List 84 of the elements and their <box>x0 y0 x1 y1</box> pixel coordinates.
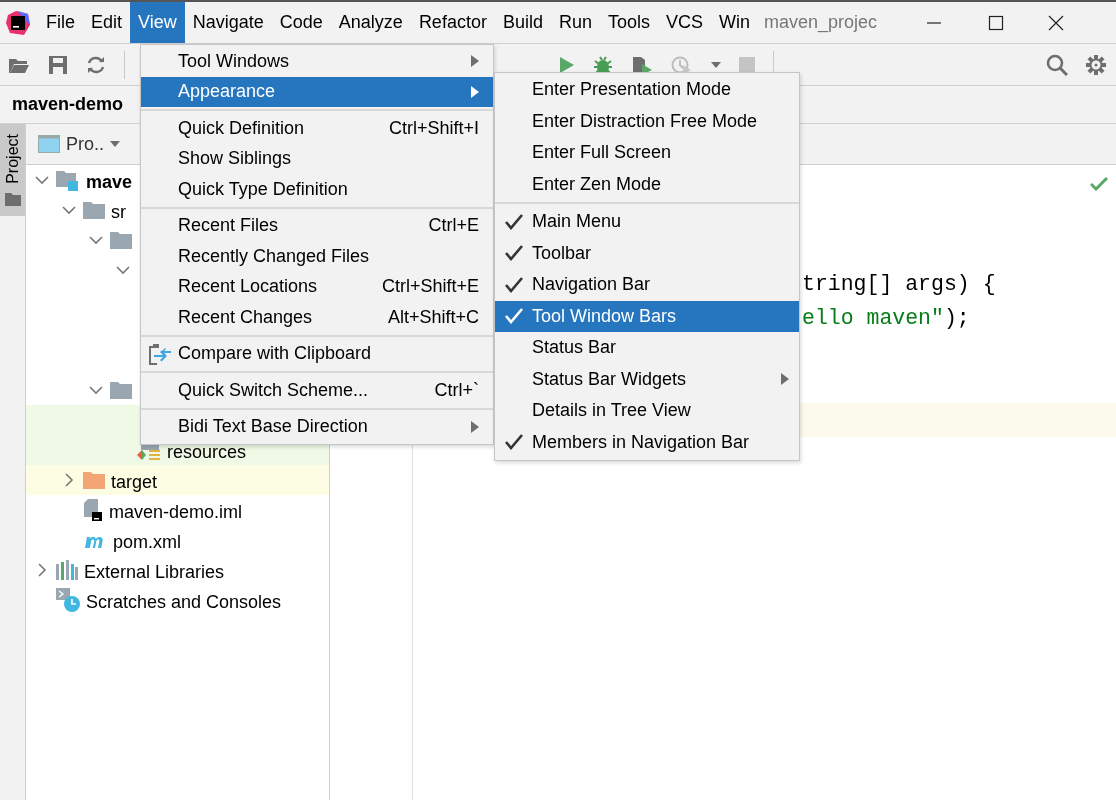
caret-icon[interactable] <box>711 61 721 68</box>
expand-chevron-icon[interactable] <box>62 205 76 215</box>
code-line: tring[] args) { <box>802 271 996 298</box>
tree-item[interactable]: pom.xml <box>113 532 181 555</box>
menu-item[interactable]: Status Bar <box>495 332 799 364</box>
expand-chevron-icon[interactable] <box>89 235 103 245</box>
shortcut-text: Ctrl+` <box>434 379 479 401</box>
breadcrumb-item[interactable]: maven-demo <box>12 94 124 115</box>
menu-item[interactable]: Recent Locations Ctrl+Shift+E <box>141 271 493 302</box>
menu-item[interactable]: Show Siblings <box>141 143 493 174</box>
menu-item[interactable]: Enter Distraction Free Mode <box>495 105 799 137</box>
shortcut-text: Ctrl+E <box>428 215 479 237</box>
sync-icon[interactable] <box>86 54 106 75</box>
tree-item[interactable]: target <box>111 472 158 495</box>
compare-icon <box>147 342 172 365</box>
menu-item[interactable]: Status Bar Widgets <box>495 363 799 395</box>
maximize-icon[interactable] <box>988 14 1004 31</box>
menu-item[interactable]: Main Menu <box>495 206 799 238</box>
shortcut-text: Ctrl+Shift+E <box>381 276 479 298</box>
folder-icon <box>110 381 132 399</box>
file-icon <box>83 499 103 521</box>
menu-bar-item[interactable]: Run <box>550 2 600 43</box>
libraries-icon <box>56 560 78 580</box>
shortcut-text: Ctrl+Shift+I <box>388 117 479 139</box>
menu-item[interactable]: Quick Definition Ctrl+Shift+I <box>141 113 493 144</box>
close-icon[interactable] <box>1048 14 1064 31</box>
save-icon[interactable] <box>48 54 68 75</box>
window-title: maven_projec <box>764 12 879 33</box>
shortcut-text: Alt+Shift+C <box>387 306 479 328</box>
caret-icon <box>110 141 120 147</box>
settings-icon[interactable] <box>1086 54 1106 75</box>
folder-icon <box>83 471 105 489</box>
expand-chevron-icon[interactable] <box>116 265 130 275</box>
menu-item[interactable]: Recent Changes Alt+Shift+C <box>141 302 493 333</box>
menu-bar-item[interactable]: Analyze <box>330 2 411 43</box>
menu-bar-item[interactable]: Code <box>271 2 331 43</box>
tree-item[interactable]: mave <box>86 172 133 195</box>
tool-window-tab[interactable]: Project <box>0 124 25 216</box>
collapse-chevron-icon[interactable] <box>64 473 74 487</box>
menu-item[interactable]: Compare with Clipboard <box>141 338 493 369</box>
menu-item[interactable]: Recently Changed Files <box>141 241 493 272</box>
app-logo-icon <box>6 10 30 35</box>
menu-item[interactable]: Members in Navigation Bar <box>495 426 799 458</box>
menu-item[interactable]: Details in Tree View <box>495 395 799 427</box>
menu-bar-item[interactable]: Navigate <box>184 2 272 43</box>
view-selector-dropdown[interactable]: Pro.. <box>38 133 120 155</box>
tree-item[interactable]: maven-demo.iml <box>109 502 243 525</box>
menu-item[interactable]: Quick Type Definition <box>141 174 493 205</box>
menu-item[interactable]: Recent Files Ctrl+E <box>141 210 493 241</box>
menu-bar-item[interactable]: VCS <box>658 2 711 43</box>
scratches-icon <box>56 588 80 612</box>
menu-bar-item[interactable]: Win <box>711 2 758 43</box>
menu-item[interactable]: Quick Switch Scheme... Ctrl+` <box>141 375 493 406</box>
expand-chevron-icon[interactable] <box>35 175 49 185</box>
collapse-chevron-icon[interactable] <box>37 563 47 577</box>
menu-item[interactable]: Bidi Text Base Direction <box>141 411 493 442</box>
menu-bar-item[interactable]: Refactor <box>410 2 495 43</box>
tree-item[interactable]: Scratches and Consoles <box>86 592 282 615</box>
module-folder-icon <box>56 169 80 191</box>
menu-item[interactable]: Enter Full Screen <box>495 137 799 169</box>
tree-item[interactable]: External Libraries <box>84 562 225 585</box>
menu-item[interactable]: Toolbar <box>495 237 799 269</box>
run-icon[interactable] <box>559 55 575 74</box>
expand-chevron-icon[interactable] <box>89 385 103 395</box>
window-icon <box>38 135 60 153</box>
menu-item[interactable]: Navigation Bar <box>495 269 799 301</box>
code-line: ello maven"); <box>802 305 970 332</box>
menu-item[interactable]: Tool Window Bars <box>495 300 799 332</box>
tree-item[interactable]: resources <box>167 442 247 465</box>
menu-bar-item[interactable]: Build <box>494 2 551 43</box>
menu-bar-item[interactable]: Edit <box>83 2 131 43</box>
menu-bar-item[interactable]: View <box>130 2 185 43</box>
menu-item[interactable]: Enter Presentation Mode <box>495 74 799 106</box>
folder-icon <box>4 191 21 206</box>
check-icon <box>1090 177 1108 191</box>
folder-icon <box>110 231 132 249</box>
menu-item[interactable]: Tool Windows <box>141 46 493 77</box>
search-icon[interactable] <box>1046 53 1068 76</box>
menu-item[interactable]: Appearance <box>141 76 493 107</box>
folder-icon <box>83 201 105 219</box>
menu-bar-item[interactable]: Tools <box>599 2 658 43</box>
menu-bar-item[interactable]: File <box>38 2 83 43</box>
menu-item[interactable]: Enter Zen Mode <box>495 168 799 200</box>
tree-item[interactable]: sr <box>111 202 126 225</box>
